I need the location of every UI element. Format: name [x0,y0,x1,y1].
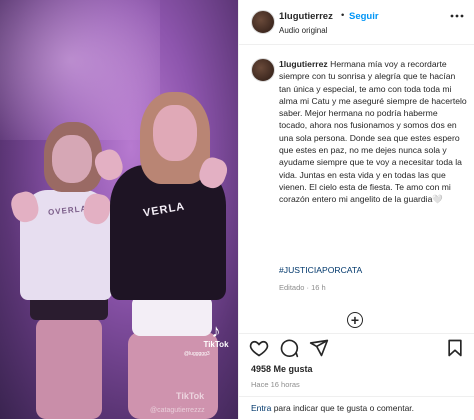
caption-body: Hermana mía voy a recordarte siempre con… [279,59,467,205]
comment-bar: Entra para indicar que te gusta o coment… [239,396,474,420]
login-link[interactable]: Entra [251,403,271,413]
caption-username[interactable]: 1lugutierrez [279,59,328,69]
post-time[interactable]: Hace 16 horas [251,380,300,389]
girl-left-legs [36,318,102,419]
avatar[interactable] [251,58,275,82]
tiktok-icon: ♪ [211,321,221,341]
comment-icon[interactable] [279,338,299,358]
action-bar [239,333,474,360]
tiktok-logo: ♪ TikTok [196,322,236,349]
post-video[interactable]: OVERLA VERLA ♪ TikTok @luggggg3 TikTok @… [0,0,238,419]
send-icon[interactable] [309,338,329,358]
heart-icon[interactable] [249,338,269,358]
instagram-post: OVERLA VERLA ♪ TikTok @luggggg3 TikTok @… [0,0,474,419]
girl-left-face [52,135,92,183]
tiktok-label: TikTok [203,340,229,349]
separator-dot: • [341,10,345,21]
avatar[interactable] [251,10,275,34]
likes-count[interactable]: 4958 Me gusta [251,364,313,374]
post-sidebar: 1lugutierrez • Seguir Audio original 1lu… [238,0,474,419]
tiktok-watermark: @catagutierrezzz [150,407,205,414]
post-header: 1lugutierrez • Seguir Audio original [239,0,474,45]
plus-circle-icon[interactable]: + [347,312,363,328]
hashtag-link[interactable]: #JUSTICIAPORCATA [279,265,362,275]
login-prompt-text: para indicar que te gusta o comentar. [271,403,415,413]
more-horizontal-icon [450,14,464,18]
author-username[interactable]: 1lugutierrez [279,11,333,22]
light-glow [0,0,160,140]
more-options-icon[interactable] [449,8,465,27]
bookmark-icon[interactable] [445,338,465,358]
girl-right-face [153,105,197,161]
caption-text: 1lugutierrez Hermana mía voy a recordart… [279,58,467,206]
tiktok-bottom-logo: TikTok [176,391,205,401]
edited-label: Editado · 16 h [279,283,326,292]
follow-button[interactable]: Seguir [349,11,379,22]
audio-link[interactable]: Audio original [279,26,327,35]
login-to-comment: Entra para indicar que te gusta o coment… [251,403,414,413]
tiktok-username: @luggggg3 [184,351,210,357]
